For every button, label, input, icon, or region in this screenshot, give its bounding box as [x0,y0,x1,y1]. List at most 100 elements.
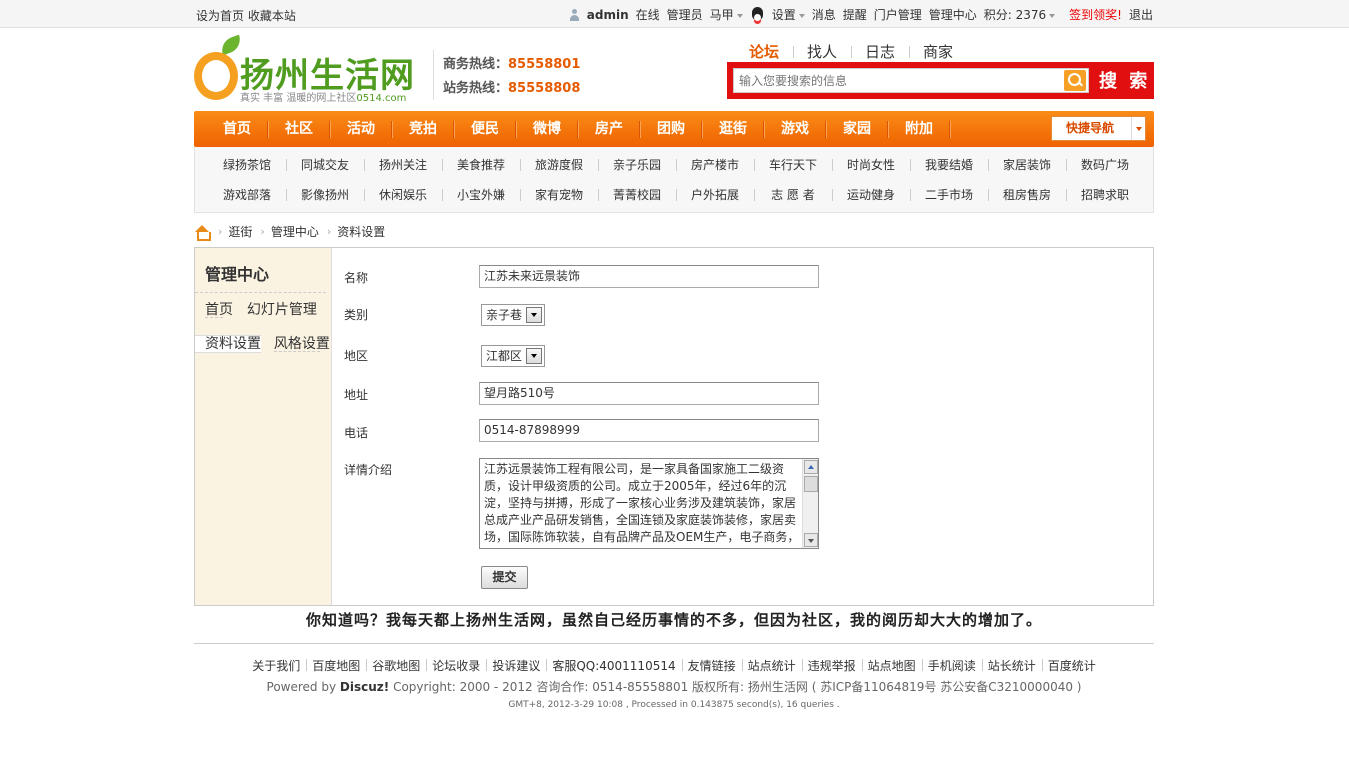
footer-link[interactable]: 友情链接 [681,657,742,674]
subnav-link[interactable]: 招聘求职 [1066,187,1144,203]
footer-link[interactable]: 站长统计 [981,657,1042,674]
subnav-link[interactable]: 家有宠物 [520,187,598,203]
subnav-link[interactable]: 二手市场 [910,187,988,203]
footer-link[interactable]: 手机阅读 [921,657,982,674]
footer-link[interactable]: 站点地图 [861,657,922,674]
nav-item-games[interactable]: 游戏 [764,111,826,147]
business-hotline: 商务热线：85558801 [443,53,580,72]
quick-nav-button[interactable]: 快捷导航 [1051,116,1146,141]
subnav-link[interactable]: 休闲娱乐 [364,187,442,203]
horse-menu[interactable]: 马甲 [710,6,743,23]
breadcrumb-item-current: 资料设置 [337,225,386,239]
nav-item-extra[interactable]: 附加 [888,111,950,147]
search-icon[interactable] [1064,70,1086,91]
set-home-link[interactable]: 设为首页 [196,9,244,23]
reminders-link[interactable]: 提醒 [843,6,867,23]
subnav-link[interactable]: 旅游度假 [520,157,598,173]
search-input[interactable] [734,69,1054,92]
sidebar-item-slides[interactable]: 幻灯片管理 [237,302,317,318]
address-field[interactable]: 望月路510号 [479,382,819,405]
nav-item-weibo[interactable]: 微博 [516,111,578,147]
subnav-link[interactable]: 我要结婚 [910,157,988,173]
messages-link[interactable]: 消息 [812,6,836,23]
user-group-link[interactable]: 管理员 [667,6,703,23]
footer-link[interactable]: 客服QQ:4001110514 [546,657,681,674]
scroll-up-icon[interactable] [804,460,818,474]
subnav-link[interactable]: 同城交友 [286,157,364,173]
footer-link[interactable]: 站点统计 [741,657,802,674]
footer-link[interactable]: 百度地图 [306,657,366,674]
subnav-link[interactable]: 美食推荐 [442,157,520,173]
sidebar-title: 管理中心 [195,248,326,293]
points-menu[interactable]: 积分: 2376 [984,6,1056,23]
footer-link[interactable]: 违规举报 [801,657,862,674]
discuz-brand-link[interactable]: Discuz! [340,680,389,694]
subnav-link[interactable]: 租房售房 [988,187,1066,203]
nav-item-groupbuy[interactable]: 团购 [640,111,702,147]
chevron-down-icon [526,348,543,364]
subnav-link[interactable]: 车行天下 [754,157,832,173]
subnav-link[interactable]: 游戏部落 [208,187,286,203]
subnav-link[interactable]: 户外拓展 [676,187,754,203]
nav-item-events[interactable]: 活动 [330,111,392,147]
search-tab-blog[interactable]: 日志 [851,41,909,62]
home-icon[interactable] [194,224,211,241]
breadcrumb-item-admin-center[interactable]: 管理中心 [271,223,319,240]
textarea-scrollbar[interactable] [802,459,818,548]
footer-link[interactable]: 百度统计 [1041,657,1102,674]
nav-item-realestate[interactable]: 房产 [578,111,640,147]
username-link[interactable]: admin [587,8,629,22]
admin-center-link[interactable]: 管理中心 [929,6,977,23]
subnav-link[interactable]: 绿扬茶馆 [208,157,286,173]
settings-menu[interactable]: 设置 [772,6,805,23]
subnav-link[interactable]: 时尚女性 [832,157,910,173]
footer-link[interactable]: 投诉建议 [486,657,546,674]
nav-item-services[interactable]: 便民 [454,111,516,147]
category-select[interactable]: 亲子巷 [481,304,546,326]
subnav-link[interactable]: 志 愿 者 [754,187,832,203]
logout-link[interactable]: 退出 [1129,6,1153,23]
sidebar-item-home[interactable]: 首页 [195,302,233,318]
footer-link[interactable]: 谷歌地图 [366,657,426,674]
nav-item-home[interactable]: 首页 [206,111,268,147]
name-field[interactable]: 江苏未来远景装饰 [479,265,819,288]
footer-link[interactable]: 论坛收录 [426,657,486,674]
site-logo[interactable]: 扬州生活网 真实 丰富 温暖的网上社区0514.com [194,34,424,104]
subnav-link[interactable]: 影像扬州 [286,187,364,203]
search-tab-people[interactable]: 找人 [793,41,851,62]
sign-in-link[interactable]: 签到领奖! [1069,6,1122,23]
breadcrumb-item-shopping[interactable]: 逛街 [228,223,252,240]
chevron-down-icon [1131,117,1145,140]
nav-item-auction[interactable]: 竞拍 [392,111,454,147]
sidebar-item-style-settings[interactable]: 风格设置 [264,336,330,352]
subnav-link[interactable]: 家居装饰 [988,157,1066,173]
district-select[interactable]: 江都区 [481,345,546,367]
subnav-link[interactable]: 小宝外嫌 [442,187,520,203]
search-tab-forum[interactable]: 论坛 [735,41,793,68]
nav-item-community[interactable]: 社区 [268,111,330,147]
qq-icon[interactable] [750,6,765,23]
subnav-link[interactable]: 菁菁校园 [598,187,676,203]
search-field [733,68,1089,93]
submit-button[interactable]: 提交 [481,566,528,589]
subnav-link[interactable]: 房产楼市 [676,157,754,173]
subnav-link[interactable]: 数码广场 [1066,157,1144,173]
portal-admin-link[interactable]: 门户管理 [874,6,922,23]
search-tab-merchant[interactable]: 商家 [909,41,967,62]
top-bar-right: admin 在线 管理员 马甲 设置 消息 提醒 门户管理 管理中心 积分: 2… [562,6,1153,23]
sidebar-item-profile-settings[interactable]: 资料设置 [195,335,261,353]
detail-textarea[interactable]: 江苏远景装饰工程有限公司，是一家具备国家施工二级资质，设计甲级资质的公司。成立于… [479,458,819,549]
online-status-link[interactable]: 在线 [636,6,660,23]
subnav-link[interactable]: 亲子乐园 [598,157,676,173]
footer-link[interactable]: 关于我们 [246,657,306,674]
nav-item-shopping[interactable]: 逛街 [702,111,764,147]
subnav-link[interactable]: 运动健身 [832,187,910,203]
scroll-thumb[interactable] [804,476,818,492]
scroll-down-icon[interactable] [804,533,818,547]
search-button[interactable]: 搜 索 [1099,67,1150,93]
nav-item-home-space[interactable]: 家园 [826,111,888,147]
bookmark-link[interactable]: 收藏本站 [248,9,296,23]
subnav-link[interactable]: 扬州关注 [364,157,442,173]
hotline-label: 站务热线： [443,81,509,96]
phone-field[interactable]: 0514-87898999 [479,419,819,442]
